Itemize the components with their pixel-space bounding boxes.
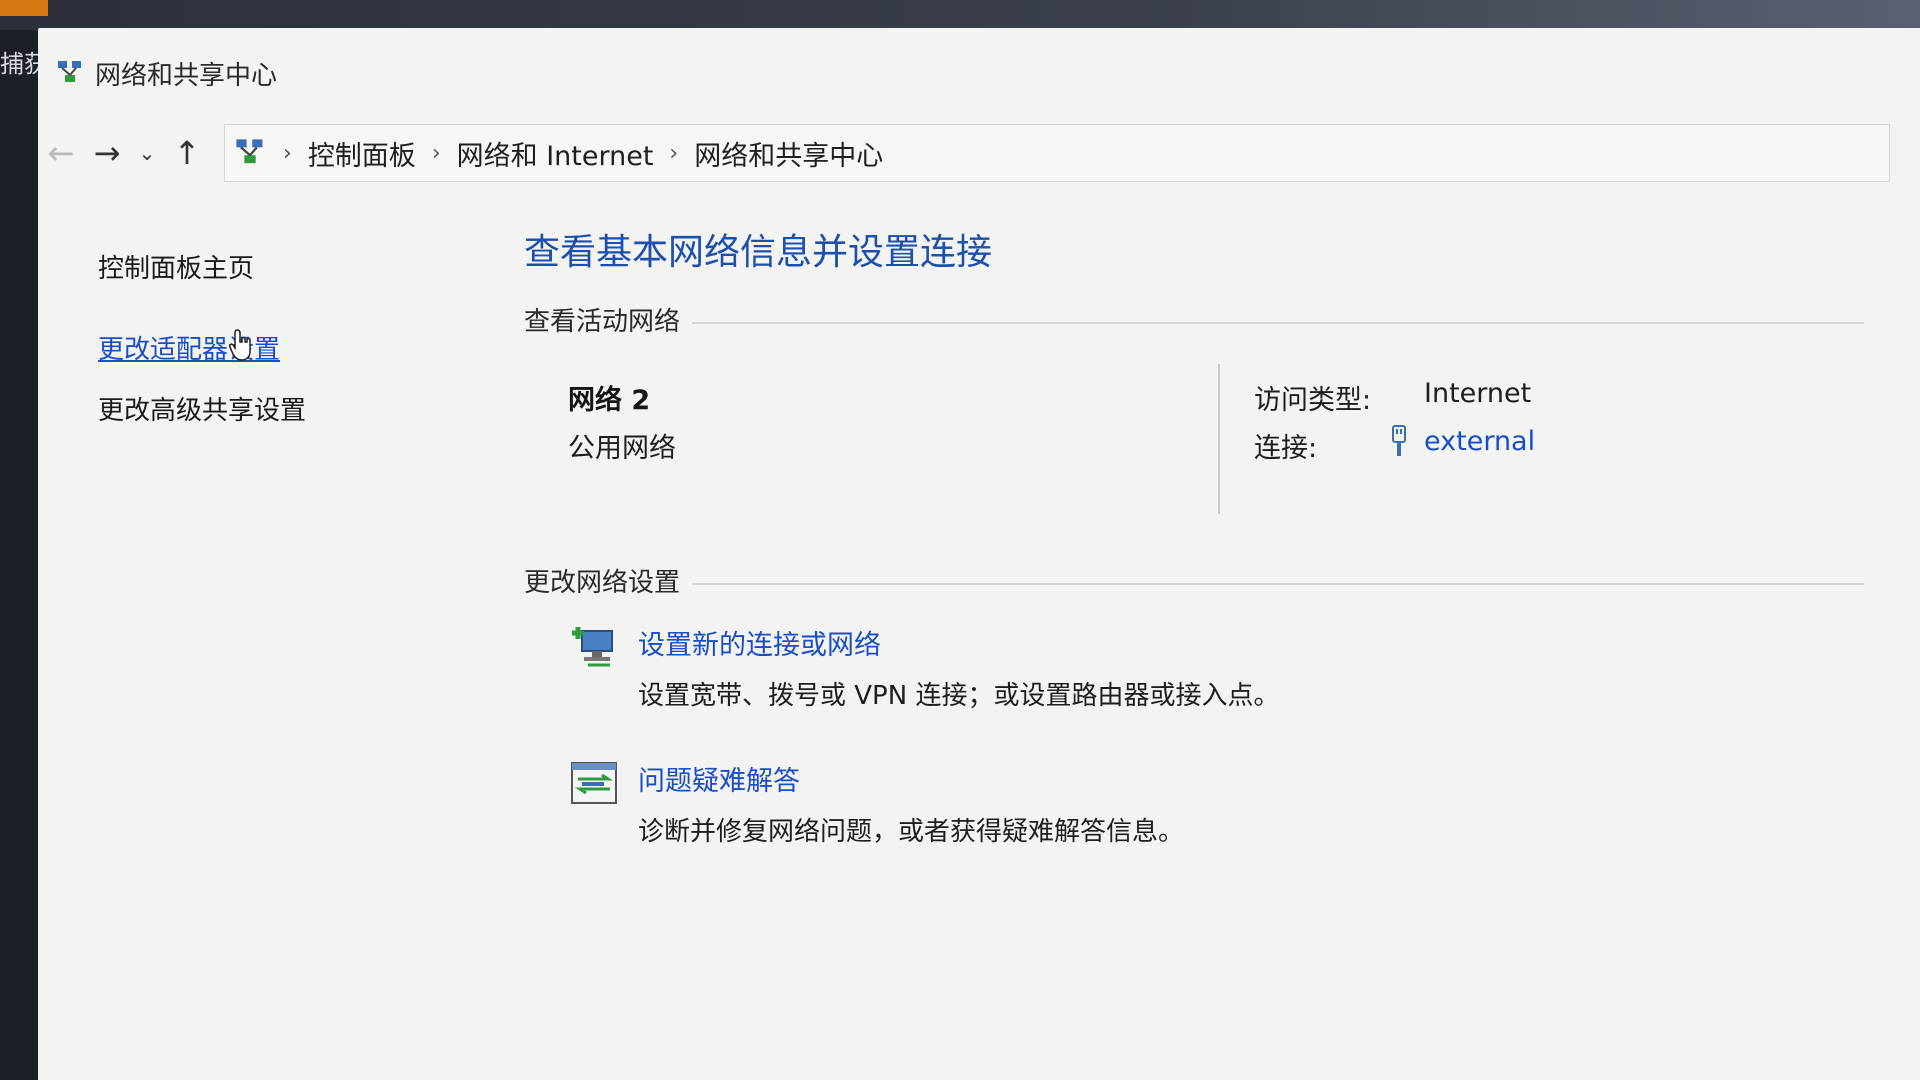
change-settings-label: 更改网络设置: [524, 568, 681, 598]
breadcrumb-control-panel[interactable]: 控制面板: [308, 134, 416, 173]
active-network-panel: 网络 2 公用网络 访问类型: Internet 连接: external: [524, 338, 1864, 538]
breadcrumb-network-internet[interactable]: 网络和 Internet: [457, 134, 654, 173]
active-networks-section-header: 查看活动网络: [524, 301, 1864, 338]
desktop-corner-icon: [0, 0, 48, 16]
address-bar[interactable]: › 控制面板 › 网络和 Internet › 网络和共享中心: [224, 124, 1890, 182]
network-center-icon: [236, 139, 263, 164]
breadcrumb-network-sharing-center[interactable]: 网络和共享中心: [694, 134, 883, 173]
forward-arrow-icon[interactable]: →: [84, 134, 130, 172]
chevron-right-icon: ›: [669, 140, 679, 166]
task-new-connection: 设置新的连接或网络 设置宽带、拨号或 VPN 连接；或设置路由器或接入点。: [524, 615, 1864, 751]
desktop-side-text: 捕获: [0, 50, 38, 78]
up-arrow-icon[interactable]: ↑: [164, 134, 210, 172]
new-connection-icon: [572, 627, 613, 667]
network-sharing-window: 网络和共享中心 ← → ⌄ ↑ › 控制面板 › 网络和 Internet › …: [38, 28, 1920, 1080]
task-troubleshoot: 问题疑难解答 诊断并修复网络问题，或者获得疑难解答信息。: [524, 751, 1864, 887]
active-networks-label: 查看活动网络: [524, 307, 681, 337]
access-type-label: 访问类型:: [1254, 385, 1372, 416]
troubleshoot-link[interactable]: 问题疑难解答: [638, 759, 800, 798]
section-divider: [692, 321, 1864, 324]
sidebar-item-change-adapter-settings[interactable]: 更改适配器设置: [98, 329, 478, 366]
section-divider: [692, 582, 1864, 585]
ethernet-icon: [1392, 425, 1406, 456]
back-arrow-icon[interactable]: ←: [38, 134, 84, 172]
chevron-right-icon: ›: [283, 140, 292, 166]
desktop-background: [0, 0, 1920, 30]
mouse-cursor-icon: [229, 329, 251, 361]
change-settings-section-header: 更改网络设置: [524, 562, 1864, 599]
access-type-value: Internet: [1424, 378, 1532, 409]
troubleshoot-icon: [571, 762, 617, 804]
sidebar-item-control-panel-home[interactable]: 控制面板主页: [98, 248, 478, 285]
network-name: 网络 2: [568, 385, 651, 416]
new-connection-link[interactable]: 设置新的连接或网络: [638, 623, 881, 662]
chevron-right-icon: ›: [431, 140, 441, 166]
sidebar: 控制面板主页 更改适配器设置 更改高级共享设置: [98, 248, 478, 467]
connection-link-external[interactable]: external: [1424, 426, 1535, 457]
network-center-icon: [58, 61, 81, 82]
page-title: 查看基本网络信息并设置连接: [524, 232, 993, 273]
window-title: 网络和共享中心: [95, 60, 278, 91]
connection-label: 连接:: [1254, 433, 1318, 464]
vertical-divider: [1218, 364, 1220, 514]
recent-dropdown-icon[interactable]: ⌄: [130, 141, 164, 165]
new-connection-description: 设置宽带、拨号或 VPN 连接；或设置路由器或接入点。: [638, 681, 1280, 711]
troubleshoot-description: 诊断并修复网络问题，或者获得疑难解答信息。: [638, 817, 1185, 847]
navigation-bar: ← → ⌄ ↑ › 控制面板 › 网络和 Internet › 网络和共享中心: [38, 118, 1920, 188]
network-type[interactable]: 公用网络: [568, 426, 676, 465]
sidebar-item-advanced-sharing-settings[interactable]: 更改高级共享设置: [98, 390, 478, 427]
title-bar: 网络和共享中心: [38, 28, 1920, 118]
main-content: 查看基本网络信息并设置连接 查看活动网络 网络 2 公用网络 访问类型: Int…: [524, 193, 1864, 887]
